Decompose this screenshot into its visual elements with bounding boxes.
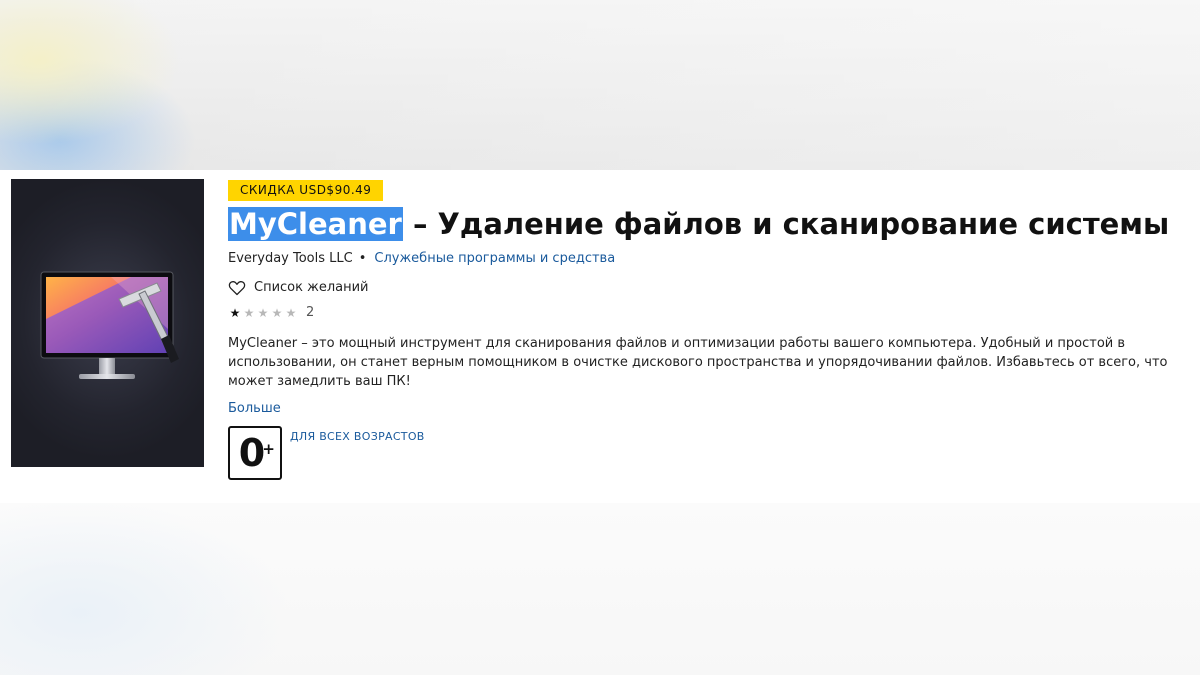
publisher-name: Everyday Tools LLC: [228, 251, 353, 266]
age-rating: 0 + ДЛЯ ВСЕХ ВОЗРАСТОВ: [228, 426, 1178, 480]
title-rest: – Удаление файлов и сканирование системы: [402, 207, 1170, 241]
blurred-hero-background: [0, 0, 1200, 170]
blurred-footer-background: [0, 503, 1200, 675]
product-panel: СКИДКА USD$90.49 MyCleaner – Удаление фа…: [0, 170, 1200, 503]
age-rating-badge[interactable]: 0 +: [228, 426, 282, 480]
rating-count: 2: [306, 305, 315, 320]
product-meta: Everyday Tools LLC • Служебные программы и…: [228, 250, 1178, 268]
more-link[interactable]: Больше: [228, 400, 1178, 418]
product-description: MyCleaner – это мощный инструмент для ск…: [228, 336, 1168, 389]
star-filled-icon: ★: [229, 306, 241, 320]
age-plus: +: [262, 440, 275, 458]
discount-badge: СКИДКА USD$90.49: [228, 180, 384, 201]
star-empty-icon: ★: [257, 306, 269, 320]
wishlist-button[interactable]: Список желаний: [228, 279, 1178, 297]
star-empty-icon: ★: [243, 306, 255, 320]
monitor-squeegee-icon: [40, 271, 179, 379]
rating[interactable]: ★ ★ ★ ★ ★ 2: [228, 305, 1178, 321]
wishlist-label: Список желаний: [254, 280, 369, 295]
separator-bullet: •: [358, 251, 367, 266]
store-page: СКИДКА USD$90.49 MyCleaner – Удаление фа…: [0, 0, 1200, 675]
star-empty-icon: ★: [285, 306, 297, 320]
product-title: MyCleaner – Удаление файлов и сканирован…: [228, 205, 1178, 243]
heart-outline-icon: [228, 281, 246, 296]
product-image[interactable]: [11, 179, 204, 467]
product-details: СКИДКА USD$90.49 MyCleaner – Удаление фа…: [228, 179, 1178, 480]
age-rating-label[interactable]: ДЛЯ ВСЕХ ВОЗРАСТОВ: [290, 430, 425, 443]
age-number: 0: [238, 431, 266, 475]
star-empty-icon: ★: [271, 306, 283, 320]
rating-stars: ★ ★ ★ ★ ★: [228, 305, 298, 321]
category-link[interactable]: Служебные программы и средства: [374, 251, 615, 266]
selected-title-text[interactable]: MyCleaner: [228, 207, 403, 241]
